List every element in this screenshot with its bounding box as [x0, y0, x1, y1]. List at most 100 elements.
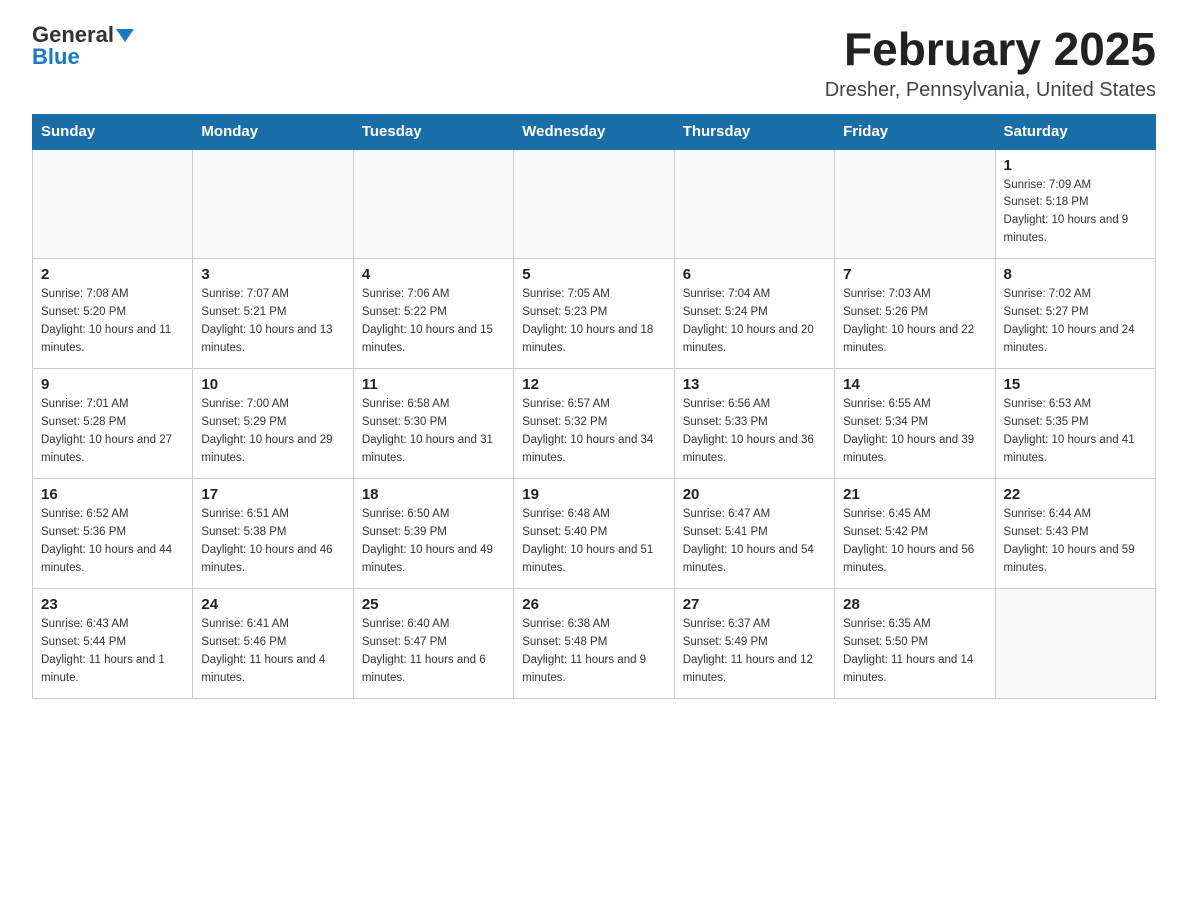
day-number: 13 [683, 376, 826, 393]
calendar-cell: 19Sunrise: 6:48 AMSunset: 5:40 PMDayligh… [514, 479, 674, 589]
calendar-week-row: 23Sunrise: 6:43 AMSunset: 5:44 PMDayligh… [33, 589, 1156, 699]
calendar-cell: 10 Sunrise: 7:00 AMSunset: 5:29 PMDayligh… [193, 369, 353, 479]
day-info: Sunrise: 6:51 AMSunset: 5:38 PMDaylight:… [201, 506, 344, 577]
day-number: 18 [362, 486, 505, 503]
day-info: Sunrise: 6:57 AMSunset: 5:32 PMDaylight:… [522, 396, 665, 467]
calendar-cell: 5 Sunrise: 7:05 AMSunset: 5:23 PMDaylight… [514, 259, 674, 369]
column-header-wednesday: Wednesday [514, 114, 674, 149]
day-number: 8 [1004, 266, 1147, 283]
day-number: 27 [683, 596, 826, 613]
day-info: Sunrise: 6:58 AMSunset: 5:30 PMDaylight:… [362, 396, 505, 467]
day-info: Sunrise: 6:41 AMSunset: 5:46 PMDaylight:… [201, 616, 344, 687]
day-number: 9 [41, 376, 184, 393]
calendar-cell: 13 Sunrise: 6:56 AMSunset: 5:33 PMDayligh… [674, 369, 834, 479]
calendar-week-row: 1 Sunrise: 7:09 AMSunset: 5:18 PMDaylight… [33, 149, 1156, 259]
logo: General Blue [32, 24, 134, 68]
day-number: 1 [1004, 157, 1147, 174]
calendar-cell: 24 Sunrise: 6:41 AMSunset: 5:46 PMDayligh… [193, 589, 353, 699]
calendar-week-row: 16 Sunrise: 6:52 AMSunset: 5:36 PMDayligh… [33, 479, 1156, 589]
calendar-cell: 2 Sunrise: 7:08 AMSunset: 5:20 PMDaylight… [33, 259, 193, 369]
page-header: General Blue February 2025 Dresher, Penn… [32, 24, 1156, 102]
calendar-cell: 14Sunrise: 6:55 AMSunset: 5:34 PMDayligh… [835, 369, 995, 479]
calendar-cell [995, 589, 1155, 699]
calendar-header-row: SundayMondayTuesdayWednesdayThursdayFrid… [33, 114, 1156, 149]
day-info: Sunrise: 6:47 AMSunset: 5:41 PMDaylight:… [683, 506, 826, 577]
day-info: Sunrise: 7:06 AMSunset: 5:22 PMDaylight:… [362, 286, 505, 357]
logo-blue-text: Blue [32, 46, 80, 68]
calendar-cell: 4 Sunrise: 7:06 AMSunset: 5:22 PMDaylight… [353, 259, 513, 369]
calendar-cell [193, 149, 353, 259]
day-info: Sunrise: 6:52 AMSunset: 5:36 PMDaylight:… [41, 506, 184, 577]
day-info: Sunrise: 6:44 AMSunset: 5:43 PMDaylight:… [1004, 506, 1147, 577]
day-info: Sunrise: 6:53 AMSunset: 5:35 PMDaylight:… [1004, 396, 1147, 467]
calendar-table: SundayMondayTuesdayWednesdayThursdayFrid… [32, 114, 1156, 700]
day-number: 15 [1004, 376, 1147, 393]
calendar-cell: 17 Sunrise: 6:51 AMSunset: 5:38 PMDayligh… [193, 479, 353, 589]
day-number: 4 [362, 266, 505, 283]
day-number: 28 [843, 596, 986, 613]
day-info: Sunrise: 7:01 AMSunset: 5:28 PMDaylight:… [41, 396, 184, 467]
day-info: Sunrise: 7:04 AMSunset: 5:24 PMDaylight:… [683, 286, 826, 357]
calendar-cell: 20Sunrise: 6:47 AMSunset: 5:41 PMDayligh… [674, 479, 834, 589]
column-header-monday: Monday [193, 114, 353, 149]
day-number: 24 [201, 596, 344, 613]
title-block: February 2025 Dresher, Pennsylvania, Uni… [825, 24, 1156, 102]
day-info: Sunrise: 6:56 AMSunset: 5:33 PMDaylight:… [683, 396, 826, 467]
day-info: Sunrise: 7:08 AMSunset: 5:20 PMDaylight:… [41, 286, 184, 357]
day-number: 17 [201, 486, 344, 503]
calendar-week-row: 9 Sunrise: 7:01 AMSunset: 5:28 PMDaylight… [33, 369, 1156, 479]
calendar-cell [674, 149, 834, 259]
day-info: Sunrise: 6:40 AMSunset: 5:47 PMDaylight:… [362, 616, 505, 687]
day-number: 23 [41, 596, 184, 613]
calendar-cell: 3Sunrise: 7:07 AMSunset: 5:21 PMDaylight… [193, 259, 353, 369]
day-info: Sunrise: 7:03 AMSunset: 5:26 PMDaylight:… [843, 286, 986, 357]
calendar-cell: 11 Sunrise: 6:58 AMSunset: 5:30 PMDayligh… [353, 369, 513, 479]
column-header-saturday: Saturday [995, 114, 1155, 149]
column-header-friday: Friday [835, 114, 995, 149]
calendar-cell [353, 149, 513, 259]
calendar-cell: 23Sunrise: 6:43 AMSunset: 5:44 PMDayligh… [33, 589, 193, 699]
column-header-tuesday: Tuesday [353, 114, 513, 149]
logo-general-text: General [32, 24, 114, 46]
calendar-cell: 26Sunrise: 6:38 AMSunset: 5:48 PMDayligh… [514, 589, 674, 699]
day-number: 25 [362, 596, 505, 613]
calendar-subtitle: Dresher, Pennsylvania, United States [825, 79, 1156, 102]
day-info: Sunrise: 6:35 AMSunset: 5:50 PMDaylight:… [843, 616, 986, 687]
day-number: 7 [843, 266, 986, 283]
day-info: Sunrise: 7:09 AMSunset: 5:18 PMDaylight:… [1004, 177, 1147, 248]
logo-triangle-icon [116, 29, 134, 42]
day-number: 11 [362, 376, 505, 393]
day-info: Sunrise: 6:45 AMSunset: 5:42 PMDaylight:… [843, 506, 986, 577]
day-info: Sunrise: 6:37 AMSunset: 5:49 PMDaylight:… [683, 616, 826, 687]
day-info: Sunrise: 7:02 AMSunset: 5:27 PMDaylight:… [1004, 286, 1147, 357]
day-number: 14 [843, 376, 986, 393]
calendar-cell: 28 Sunrise: 6:35 AMSunset: 5:50 PMDayligh… [835, 589, 995, 699]
calendar-cell: 15 Sunrise: 6:53 AMSunset: 5:35 PMDayligh… [995, 369, 1155, 479]
day-number: 2 [41, 266, 184, 283]
day-number: 16 [41, 486, 184, 503]
day-number: 5 [522, 266, 665, 283]
calendar-cell: 18 Sunrise: 6:50 AMSunset: 5:39 PMDayligh… [353, 479, 513, 589]
column-header-thursday: Thursday [674, 114, 834, 149]
calendar-cell: 16 Sunrise: 6:52 AMSunset: 5:36 PMDayligh… [33, 479, 193, 589]
calendar-cell: 12 Sunrise: 6:57 AMSunset: 5:32 PMDayligh… [514, 369, 674, 479]
calendar-cell: 22 Sunrise: 6:44 AMSunset: 5:43 PMDayligh… [995, 479, 1155, 589]
calendar-cell [835, 149, 995, 259]
calendar-cell: 1 Sunrise: 7:09 AMSunset: 5:18 PMDaylight… [995, 149, 1155, 259]
day-info: Sunrise: 6:50 AMSunset: 5:39 PMDaylight:… [362, 506, 505, 577]
day-number: 12 [522, 376, 665, 393]
day-number: 6 [683, 266, 826, 283]
day-number: 10 [201, 376, 344, 393]
calendar-cell: 27 Sunrise: 6:37 AMSunset: 5:49 PMDayligh… [674, 589, 834, 699]
calendar-cell: 25 Sunrise: 6:40 AMSunset: 5:47 PMDayligh… [353, 589, 513, 699]
calendar-week-row: 2 Sunrise: 7:08 AMSunset: 5:20 PMDaylight… [33, 259, 1156, 369]
calendar-cell: 8 Sunrise: 7:02 AMSunset: 5:27 PMDaylight… [995, 259, 1155, 369]
calendar-cell: 6 Sunrise: 7:04 AMSunset: 5:24 PMDaylight… [674, 259, 834, 369]
day-info: Sunrise: 7:00 AMSunset: 5:29 PMDaylight:… [201, 396, 344, 467]
day-info: Sunrise: 7:05 AMSunset: 5:23 PMDaylight:… [522, 286, 665, 357]
calendar-cell [514, 149, 674, 259]
day-number: 22 [1004, 486, 1147, 503]
calendar-cell: 21Sunrise: 6:45 AMSunset: 5:42 PMDayligh… [835, 479, 995, 589]
day-info: Sunrise: 6:48 AMSunset: 5:40 PMDaylight:… [522, 506, 665, 577]
calendar-cell: 7 Sunrise: 7:03 AMSunset: 5:26 PMDaylight… [835, 259, 995, 369]
